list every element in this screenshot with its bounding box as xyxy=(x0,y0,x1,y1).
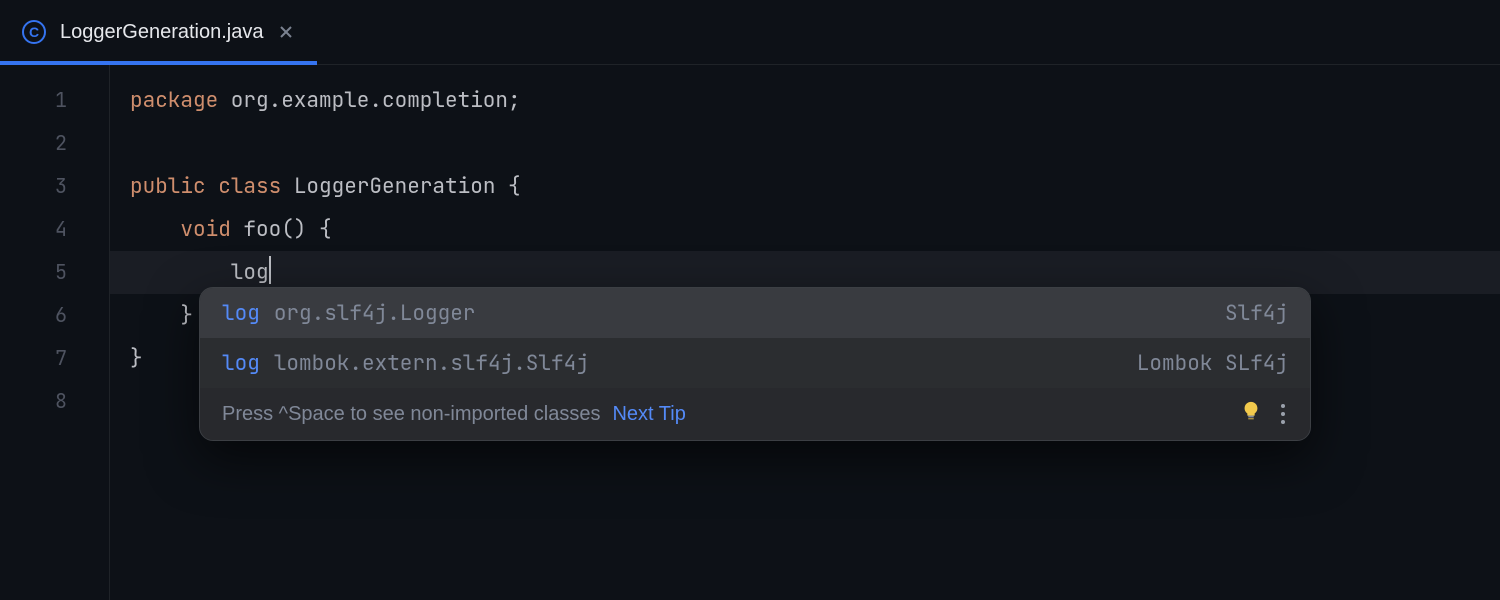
line-number: 3 xyxy=(0,165,67,208)
editor-tab[interactable]: C LoggerGeneration.java xyxy=(0,0,317,64)
completion-item-source: Lombok SLf4j xyxy=(1137,350,1288,377)
completion-popup: log org.slf4j.LoggerSlf4j log lombok.extern… xyxy=(199,287,1311,441)
completion-item-type: lombok.extern.slf4j.Slf4j xyxy=(274,350,1137,377)
more-options-icon[interactable] xyxy=(1274,404,1292,424)
line-number: 4 xyxy=(0,208,67,251)
line-number: 1 xyxy=(0,79,67,122)
line-number-gutter: 12345678 xyxy=(0,65,110,600)
line-number: 8 xyxy=(0,380,67,423)
code-editor[interactable]: 12345678 package org.example.completion;… xyxy=(0,65,1500,600)
code-line[interactable]: void foo() { xyxy=(130,208,1500,251)
completion-hint: Press ^Space to see non-imported classes xyxy=(222,403,600,426)
code-line[interactable]: public class LoggerGeneration { xyxy=(130,165,1500,208)
code-line[interactable]: package org.example.completion; xyxy=(130,79,1500,122)
completion-item[interactable]: log lombok.extern.slf4j.Slf4jLombok SLf4j xyxy=(200,338,1310,388)
close-tab-icon[interactable] xyxy=(277,23,295,41)
class-file-icon: C xyxy=(22,20,46,44)
line-number: 2 xyxy=(0,122,67,165)
line-number: 5 xyxy=(0,251,67,294)
completion-popup-footer: Press ^Space to see non-imported classes… xyxy=(200,388,1310,440)
code-line[interactable] xyxy=(130,122,1500,165)
completion-item-source: Slf4j xyxy=(1225,300,1288,327)
line-number: 6 xyxy=(0,294,67,337)
line-number: 7 xyxy=(0,337,67,380)
completion-item-name: log xyxy=(222,350,260,377)
completion-item-name: log xyxy=(222,300,260,327)
completion-item-type: org.slf4j.Logger xyxy=(274,300,1225,327)
completion-item[interactable]: log org.slf4j.LoggerSlf4j xyxy=(200,288,1310,338)
next-tip-link[interactable]: Next Tip xyxy=(612,403,685,426)
text-caret xyxy=(269,256,271,284)
tab-bar: C LoggerGeneration.java xyxy=(0,0,1500,65)
tab-title: LoggerGeneration.java xyxy=(60,21,263,44)
lightbulb-icon[interactable] xyxy=(1240,400,1262,428)
